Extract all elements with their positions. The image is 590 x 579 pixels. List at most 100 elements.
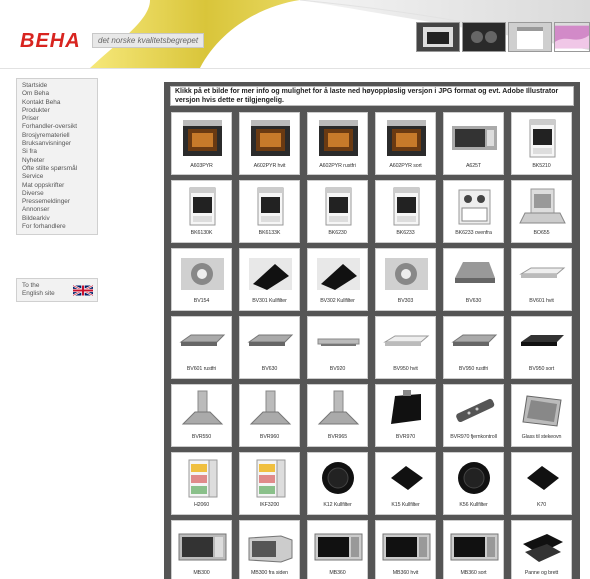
product-card[interactable]: BK6233: [375, 180, 436, 243]
product-label[interactable]: A625T: [444, 163, 503, 169]
product-card[interactable]: MB300 fra siden: [239, 520, 300, 579]
product-card[interactable]: MB300: [171, 520, 232, 579]
product-card[interactable]: Glass til stekeovn: [511, 384, 572, 447]
beha-logo[interactable]: BEHA: [20, 30, 81, 53]
product-label[interactable]: MB360 sort: [444, 570, 503, 576]
product-label[interactable]: BVR970 fjernkontroll: [444, 434, 503, 440]
product-label[interactable]: BV920: [308, 366, 367, 372]
product-label[interactable]: BV950 sort: [512, 366, 571, 372]
product-card[interactable]: BK6133K: [239, 180, 300, 243]
product-label[interactable]: BK6130K: [172, 230, 231, 236]
remote-control-icon[interactable]: [449, 390, 500, 430]
sidebar-item-13[interactable]: Diverse: [17, 190, 97, 198]
sidebar-item-5[interactable]: Forhandler-oversikt: [17, 123, 97, 131]
product-card[interactable]: BV630: [239, 316, 300, 379]
product-card[interactable]: BV950 rustfri: [443, 316, 504, 379]
oven-black-icon[interactable]: [381, 118, 432, 158]
product-label[interactable]: BK6233 ovenfra: [444, 230, 503, 236]
product-card[interactable]: MB360: [307, 520, 368, 579]
product-card[interactable]: BV601 rustfri: [171, 316, 232, 379]
sidebar-item-16[interactable]: Bildearkiv: [17, 215, 97, 223]
product-label[interactable]: H2060: [172, 502, 231, 508]
product-label[interactable]: A602PYR hvit: [240, 163, 299, 169]
product-card[interactable]: MB360 sort: [443, 520, 504, 579]
english-site-link[interactable]: To the English site: [16, 278, 98, 302]
microwave-dark-icon[interactable]: [381, 526, 432, 566]
product-label[interactable]: BK6230: [308, 230, 367, 236]
product-card[interactable]: BV950 hvit: [375, 316, 436, 379]
product-card[interactable]: BVR965: [307, 384, 368, 447]
product-label[interactable]: BV601 hvit: [512, 298, 571, 304]
product-label[interactable]: BV302 Kullfilter: [308, 298, 367, 304]
product-label[interactable]: BO655: [512, 230, 571, 236]
hood-flat-white-icon[interactable]: [381, 322, 432, 362]
product-label[interactable]: BVR550: [172, 434, 231, 440]
hood-filter-icon[interactable]: [313, 254, 364, 294]
product-card[interactable]: BV301 Kullfilter: [239, 248, 300, 311]
product-card[interactable]: BK6130K: [171, 180, 232, 243]
sidebar-item-2[interactable]: Kontakt Beha: [17, 99, 97, 107]
product-label[interactable]: BVR965: [308, 434, 367, 440]
product-card[interactable]: BK6233 ovenfra: [443, 180, 504, 243]
product-label[interactable]: A603PYR: [172, 163, 231, 169]
product-label[interactable]: Glass til stekeovn: [512, 434, 571, 440]
english-site-label[interactable]: To the English site: [22, 282, 62, 298]
product-label[interactable]: A602PYR rustfri: [308, 163, 367, 169]
sidebar-item-8[interactable]: Si fra: [17, 148, 97, 156]
stove-white-icon[interactable]: [381, 186, 432, 226]
microwave-dark-icon[interactable]: [313, 526, 364, 566]
product-label[interactable]: K12 Kullfilter: [308, 502, 367, 508]
chimney-hood-icon[interactable]: [177, 390, 228, 430]
product-card[interactable]: BV302 Kullfilter: [307, 248, 368, 311]
sidebar-item-6[interactable]: Brosjyremateriell: [17, 132, 97, 140]
product-card[interactable]: A603PYR: [171, 112, 232, 175]
oven-black-icon[interactable]: [177, 118, 228, 158]
sidebar-item-9[interactable]: Nyheter: [17, 157, 97, 165]
product-label[interactable]: IKF3200: [240, 502, 299, 508]
product-label[interactable]: BV301 Kullfilter: [240, 298, 299, 304]
product-card[interactable]: BVR960: [239, 384, 300, 447]
sidebar-item-10[interactable]: Ofte stilte spørsmål: [17, 165, 97, 173]
sidebar-item-12[interactable]: Mat oppskrifter: [17, 182, 97, 190]
product-card[interactable]: BV950 sort: [511, 316, 572, 379]
product-card[interactable]: BV303: [375, 248, 436, 311]
product-label[interactable]: K15 Kullfilter: [376, 502, 435, 508]
product-card[interactable]: A625T: [443, 112, 504, 175]
product-card[interactable]: BVR970: [375, 384, 436, 447]
round-filter-icon[interactable]: [313, 458, 364, 498]
product-card[interactable]: MB360 hvit: [375, 520, 436, 579]
product-card[interactable]: A602PYR rustfri: [307, 112, 368, 175]
chimney-hood-icon[interactable]: [245, 390, 296, 430]
oven-black-icon[interactable]: [313, 118, 364, 158]
oven-black-icon[interactable]: [245, 118, 296, 158]
fridge-open-icon[interactable]: [245, 458, 296, 498]
product-label[interactable]: BV601 rustfri: [172, 366, 231, 372]
product-label[interactable]: BK5210: [512, 163, 571, 169]
product-card[interactable]: BV920: [307, 316, 368, 379]
fridge-open-icon[interactable]: [177, 458, 228, 498]
sidebar-item-7[interactable]: Bruksanvisninger: [17, 140, 97, 148]
stove-white-icon[interactable]: [177, 186, 228, 226]
square-filter-icon[interactable]: [381, 458, 432, 498]
hood-filter-icon[interactable]: [245, 254, 296, 294]
product-label[interactable]: MB300: [172, 570, 231, 576]
product-card[interactable]: BV630: [443, 248, 504, 311]
uk-flag-icon[interactable]: [73, 285, 93, 296]
sidebar-item-4[interactable]: Priser: [17, 115, 97, 123]
dishwasher-open-icon[interactable]: [517, 186, 568, 226]
stove-white-icon[interactable]: [517, 118, 568, 158]
sidebar-item-11[interactable]: Service: [17, 173, 97, 181]
product-label[interactable]: BV154: [172, 298, 231, 304]
product-card[interactable]: BVR550: [171, 384, 232, 447]
product-card[interactable]: H2060: [171, 452, 232, 515]
stove-white-icon[interactable]: [245, 186, 296, 226]
pan-tray-icon[interactable]: [517, 526, 568, 566]
angled-black-hood-icon[interactable]: [381, 390, 432, 430]
sidebar-item-3[interactable]: Produkter: [17, 107, 97, 115]
product-label[interactable]: BV950 rustfri: [444, 366, 503, 372]
square-filter-icon[interactable]: [517, 458, 568, 498]
glass-panel-icon[interactable]: [517, 390, 568, 430]
product-label[interactable]: BV303: [376, 298, 435, 304]
product-card[interactable]: BO655: [511, 180, 572, 243]
sidebar-item-1[interactable]: Om Beha: [17, 90, 97, 98]
